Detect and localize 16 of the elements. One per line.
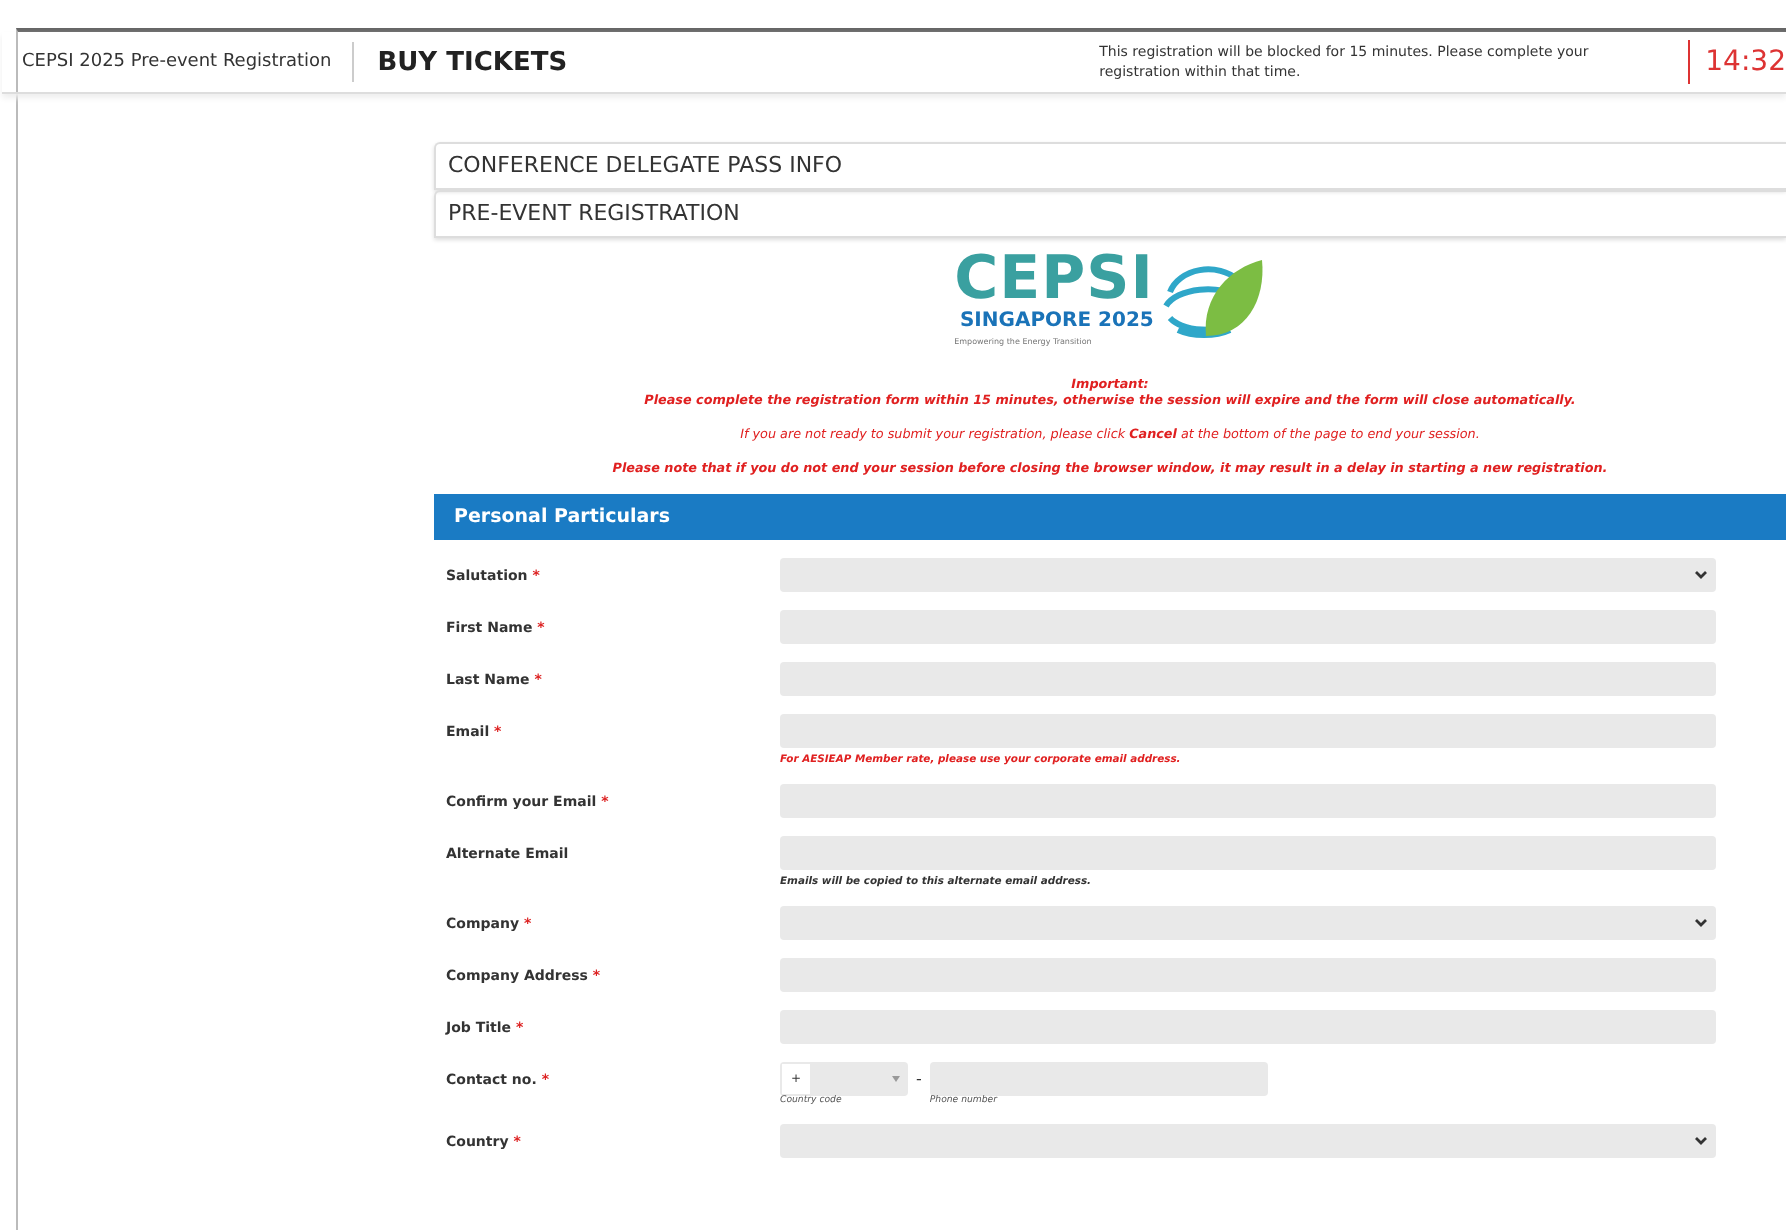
- separator-text: -: [916, 1068, 922, 1092]
- caret-icon: [892, 1076, 900, 1082]
- chevron-down-icon: [1694, 1136, 1708, 1146]
- section-header[interactable]: PRE-EVENT REGISTRATION: [434, 190, 1786, 238]
- countdown-timer: 14:32: [1687, 40, 1786, 84]
- section-header[interactable]: CONFERENCE DELEGATE PASS INFO: [434, 142, 1786, 190]
- page-title: BUY TICKETS: [377, 47, 570, 77]
- select-field[interactable]: [780, 1124, 1716, 1158]
- select-field[interactable]: [780, 558, 1716, 592]
- chevron-down-icon: [1694, 918, 1708, 928]
- logo-title: CEPSI: [954, 250, 1154, 310]
- chevron-down-icon: [1694, 570, 1708, 580]
- select-field[interactable]: [780, 906, 1716, 940]
- section-heading: Personal Particulars: [434, 494, 1786, 540]
- logo-subtitle: SINGAPORE 2025: [959, 310, 1154, 334]
- event-name: CEPSI 2025 Pre-event Registration: [2, 42, 354, 82]
